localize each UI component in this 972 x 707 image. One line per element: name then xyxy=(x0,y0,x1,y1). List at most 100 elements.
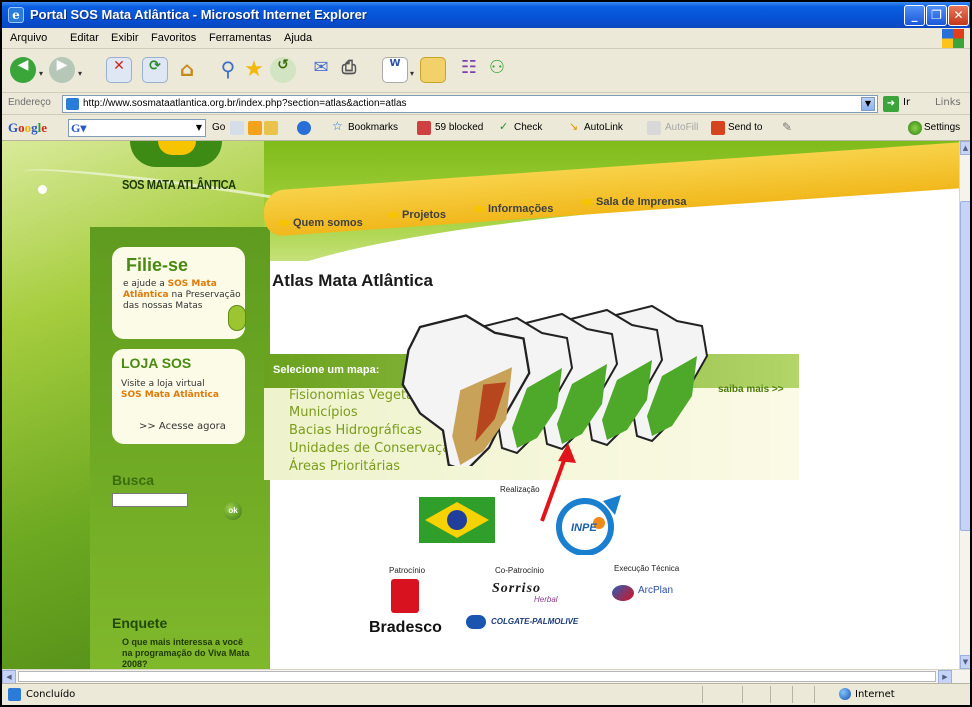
nav-quem-somos[interactable]: Quem somos xyxy=(279,217,363,229)
search-icon[interactable]: ⚲ xyxy=(215,57,241,83)
scroll-up-icon[interactable]: ▲ xyxy=(960,141,970,155)
page-icon xyxy=(66,98,79,110)
spellcheck-icon[interactable]: ✓ xyxy=(499,120,508,133)
highlighter-icon[interactable]: ✎ xyxy=(782,120,792,134)
arcplan-logo-icon[interactable] xyxy=(612,585,634,601)
check-button[interactable]: Check xyxy=(514,122,542,133)
execucao-tecnica-label: Execução Técnica xyxy=(614,564,680,573)
google-logo[interactable]: Google xyxy=(8,120,47,136)
bradesco-logo-icon[interactable] xyxy=(391,579,419,613)
loja-sos-card[interactable]: LOJA SOS Visite a loja virtual SOS Mata … xyxy=(112,349,245,444)
map-link-areas[interactable]: Áreas Prioritárias xyxy=(289,459,400,474)
menu-arquivo[interactable]: Arquivo xyxy=(10,32,47,44)
acesse-agora-link[interactable]: >> Acesse agora xyxy=(139,421,226,432)
minimize-button[interactable]: _ xyxy=(904,5,925,26)
horizontal-scrollbar[interactable]: ◀ ▶ xyxy=(2,669,970,684)
pagerank-icon[interactable] xyxy=(248,121,262,135)
colgate-logo-icon[interactable] xyxy=(466,615,486,629)
bradesco-logo-text[interactable]: Bradesco xyxy=(369,619,442,637)
saiba-mais-link[interactable]: saiba mais >> xyxy=(718,384,784,395)
sos-logo[interactable] xyxy=(419,497,495,555)
internet-globe-icon xyxy=(839,688,851,700)
google-go-button[interactable]: Go xyxy=(212,122,225,133)
messenger-icon[interactable]: ⚇ xyxy=(484,57,510,83)
popups-blocked-label[interactable]: 59 blocked xyxy=(435,122,483,133)
filie-se-card[interactable]: Filie-se e ajude a SOS Mata Atlântica na… xyxy=(112,247,246,339)
refresh-icon[interactable]: ⟳ xyxy=(142,57,168,83)
menu-exibir[interactable]: Exibir xyxy=(111,32,139,44)
vertical-scrollbar[interactable]: ▲ ▼ xyxy=(959,141,970,669)
autolink-icon[interactable]: ↘ xyxy=(569,120,578,133)
scroll-left-icon[interactable]: ◀ xyxy=(2,670,16,684)
google-search-dropdown-icon[interactable]: ▼ xyxy=(196,123,202,132)
scroll-right-icon[interactable]: ▶ xyxy=(938,670,952,684)
send-to-icon[interactable] xyxy=(711,121,725,135)
news-icon[interactable] xyxy=(264,121,278,135)
toolbar-options-icon[interactable] xyxy=(230,121,244,135)
back-icon[interactable]: ◀ xyxy=(10,57,36,83)
stop-icon[interactable]: ✕ xyxy=(106,57,132,83)
browse-icon[interactable] xyxy=(297,121,311,135)
sorriso-herbal-label: Herbal xyxy=(534,595,558,604)
favorites-icon[interactable]: ★ xyxy=(241,57,267,83)
autofill-button[interactable]: AutoFill xyxy=(665,122,698,133)
colgate-logo[interactable]: COLGATE-PALMOLIVE xyxy=(491,617,578,626)
menu-ferramentas[interactable]: Ferramentas xyxy=(209,32,271,44)
folder-icon[interactable] xyxy=(420,57,446,83)
go-button[interactable]: Ir xyxy=(903,97,910,108)
send-to-button[interactable]: Send to xyxy=(728,122,762,133)
site-logo-mark[interactable] xyxy=(130,141,222,167)
address-input[interactable]: http://www.sosmataatlantica.org.br/index… xyxy=(62,95,878,113)
enquete-title: Enquete xyxy=(112,615,168,631)
menu-editar[interactable]: Editar xyxy=(70,32,99,44)
decorative-dot xyxy=(38,185,47,194)
autolink-button[interactable]: AutoLink xyxy=(584,122,623,133)
nav-projetos-label: Projetos xyxy=(402,209,447,221)
nav-projetos[interactable]: Projetos xyxy=(388,209,446,221)
settings-button[interactable]: Settings xyxy=(924,122,960,133)
map-link-municipios[interactable]: Municípios xyxy=(289,405,358,420)
busca-ok-button[interactable]: ok xyxy=(224,502,242,520)
nav-sala-de-imprensa[interactable]: Sala de Imprensa xyxy=(582,196,687,208)
nav-informacoes[interactable]: Informações xyxy=(474,203,553,215)
print-icon[interactable]: ⎙ xyxy=(336,57,362,83)
maximize-button[interactable]: ❐ xyxy=(926,5,947,26)
enquete-section: Enquete O que mais interessa a você na p… xyxy=(112,603,252,669)
forward-dropdown-icon[interactable]: ▾ xyxy=(78,69,82,78)
menu-favoritos[interactable]: Favoritos xyxy=(151,32,196,44)
page-title: Atlas Mata Atlântica xyxy=(272,271,433,290)
edit-word-icon[interactable]: W xyxy=(382,57,408,83)
google-search-input[interactable]: G▾ ▼ xyxy=(68,119,206,137)
close-button[interactable]: ✕ xyxy=(948,5,969,26)
back-dropdown-icon[interactable]: ▾ xyxy=(39,69,43,78)
arcplan-logo[interactable]: ArcPlan xyxy=(638,585,673,596)
address-dropdown-icon[interactable]: ▼ xyxy=(861,97,875,111)
vertical-scroll-thumb[interactable] xyxy=(960,201,970,531)
links-button[interactable]: Links xyxy=(935,97,961,108)
menu-ajuda[interactable]: Ajuda xyxy=(284,32,312,44)
go-arrow-icon[interactable]: ➜ xyxy=(883,96,899,112)
inpe-text: INPE xyxy=(571,522,597,534)
busca-section: Busca ok xyxy=(112,459,252,599)
nav-bullet-icon xyxy=(279,220,289,227)
status-divider xyxy=(792,686,793,703)
history-icon[interactable]: ↺ xyxy=(270,57,296,83)
edit-dropdown-icon[interactable]: ▾ xyxy=(410,69,414,78)
nav-bullet-icon xyxy=(388,212,398,219)
autofill-icon[interactable] xyxy=(647,121,661,135)
popup-blocker-icon[interactable] xyxy=(417,121,431,135)
home-icon[interactable]: ⌂ xyxy=(174,57,200,83)
mail-icon[interactable]: ✉ xyxy=(308,57,334,83)
security-zone[interactable]: Internet xyxy=(814,686,959,703)
horizontal-scroll-thumb[interactable] xyxy=(18,671,936,682)
settings-icon[interactable] xyxy=(908,121,922,135)
google-g-icon[interactable]: G▾ xyxy=(71,121,86,136)
bookmarks-button[interactable]: Bookmarks xyxy=(348,122,398,133)
inpe-logo[interactable]: INPE xyxy=(555,491,631,555)
bookmarks-star-icon[interactable]: ☆ xyxy=(332,119,343,133)
scroll-down-icon[interactable]: ▼ xyxy=(960,655,970,669)
busca-input[interactable] xyxy=(112,493,188,507)
site-logo-text[interactable]: SOS MATA ATLÂNTICA xyxy=(122,177,236,192)
research-icon[interactable]: ☷ xyxy=(456,57,482,83)
forward-icon[interactable]: ▶ xyxy=(49,57,75,83)
